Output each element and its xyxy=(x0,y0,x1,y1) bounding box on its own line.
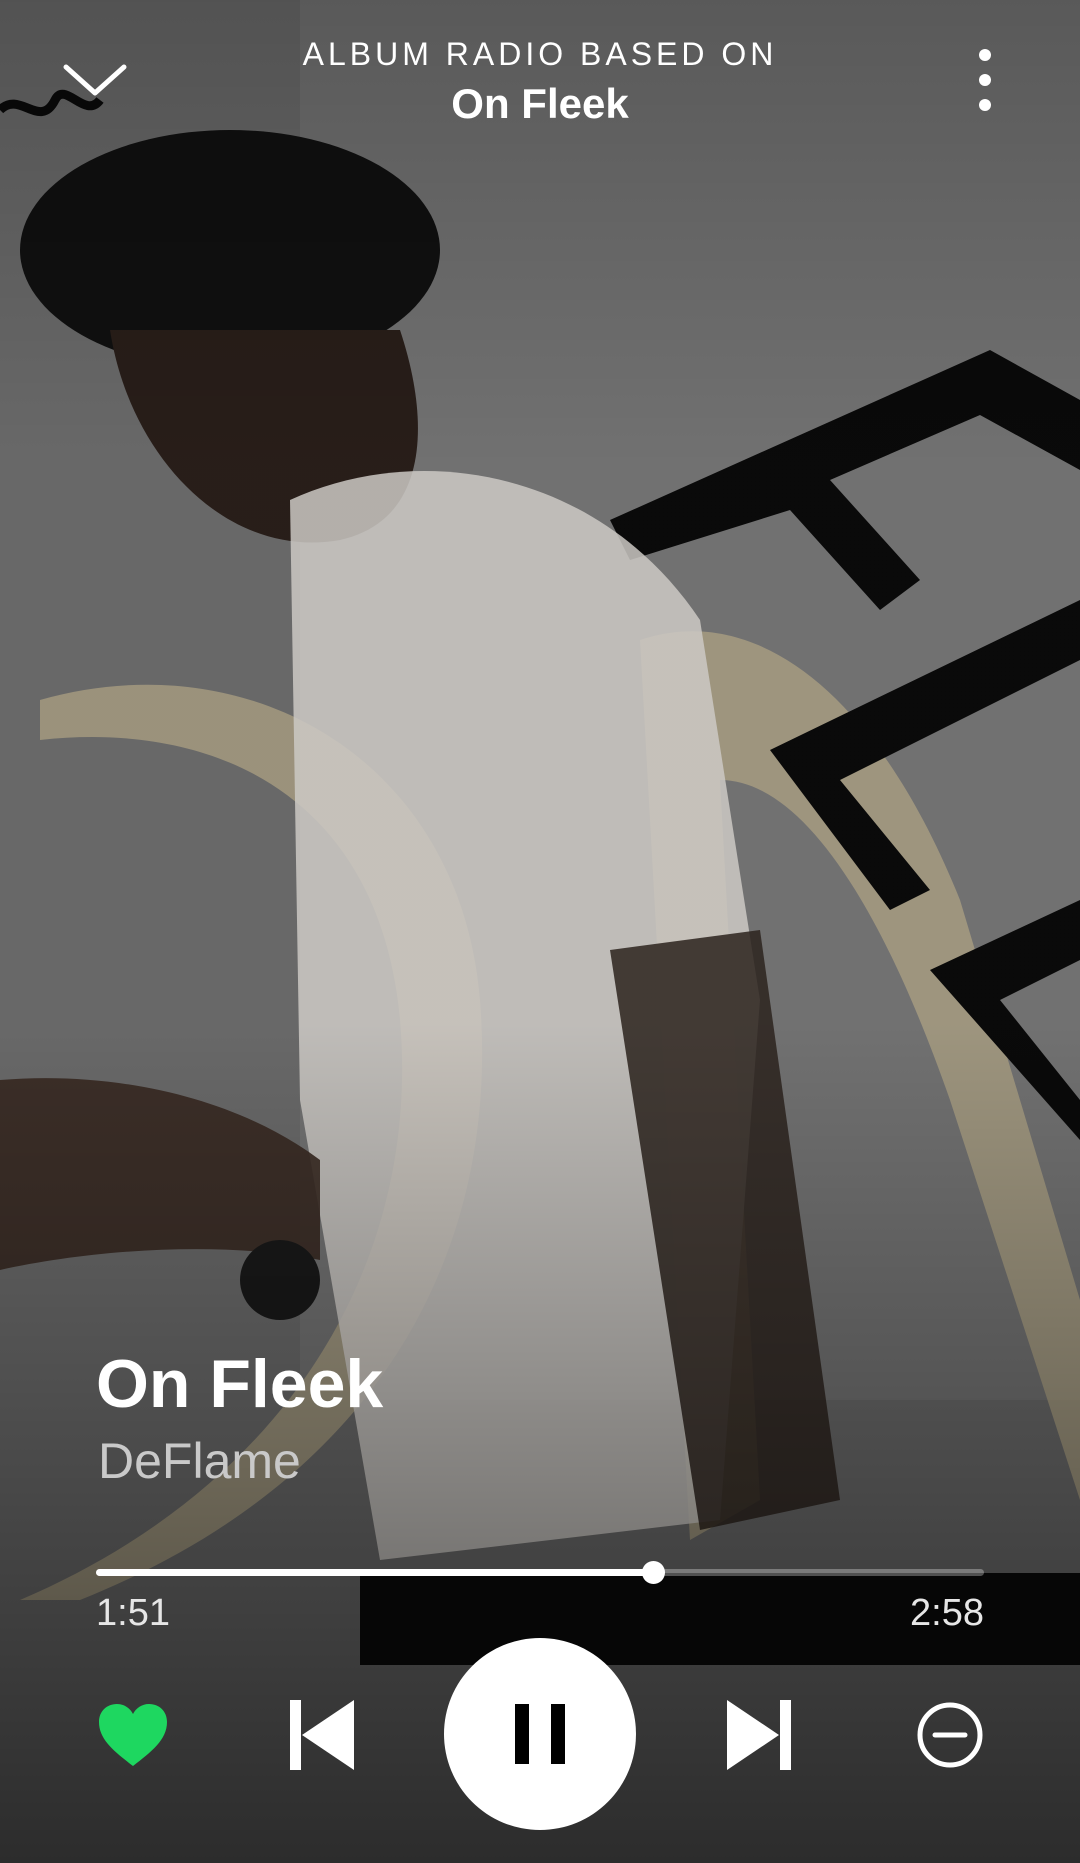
progress-fill xyxy=(96,1569,653,1576)
track-artist[interactable]: DeFlame xyxy=(98,1432,301,1490)
pause-icon xyxy=(515,1704,565,1764)
time-total: 2:58 xyxy=(910,1592,984,1634)
track-title[interactable]: On Fleek xyxy=(96,1345,383,1423)
progress-thumb[interactable] xyxy=(641,1561,665,1584)
time-elapsed: 1:51 xyxy=(96,1592,170,1634)
context-label: ALBUM RADIO BASED ON xyxy=(302,36,778,72)
skip-previous-icon xyxy=(290,1700,354,1770)
hide-song-button[interactable] xyxy=(915,1700,985,1770)
like-button[interactable] xyxy=(95,1700,171,1770)
now-playing-screen: ALBUM RADIO BASED ON On Fleek On Fleek D… xyxy=(0,0,1080,1863)
next-button[interactable] xyxy=(723,1698,793,1772)
progress-bar[interactable] xyxy=(96,1561,984,1584)
more-options-button[interactable] xyxy=(960,45,1010,115)
heart-icon xyxy=(99,1704,167,1766)
art-overlay xyxy=(0,0,1080,1863)
player-header: ALBUM RADIO BASED ON On Fleek xyxy=(0,0,1080,140)
minus-circle-icon xyxy=(917,1702,983,1768)
skip-next-icon xyxy=(727,1700,791,1770)
play-pause-button[interactable] xyxy=(444,1638,636,1830)
previous-button[interactable] xyxy=(288,1698,358,1772)
context-title[interactable]: On Fleek xyxy=(0,80,1080,128)
more-vertical-icon xyxy=(979,49,991,111)
